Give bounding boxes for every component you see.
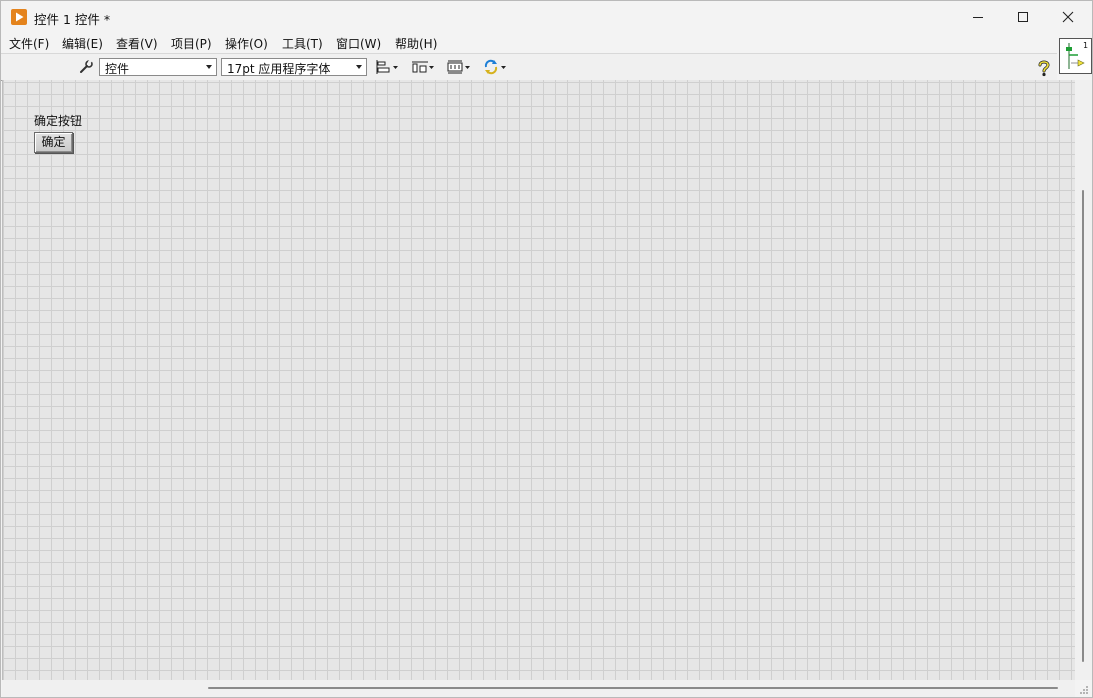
resize-grip-icon[interactable] <box>1079 684 1089 697</box>
font-value: 17pt 应用程序字体 <box>227 62 331 76</box>
window-title: 控件 1 控件 * <box>34 12 111 27</box>
close-button[interactable] <box>1045 1 1091 33</box>
distribute-objects-icon <box>412 61 434 73</box>
reorder-button[interactable] <box>482 58 508 76</box>
connector-pane-icon: 1 <box>1066 41 1088 69</box>
menu-project[interactable]: 项目(P) <box>171 35 212 52</box>
ok-button-label: 确定按钮 <box>34 114 83 128</box>
control-type-select[interactable]: 控件 <box>99 58 217 76</box>
labview-app-icon <box>11 9 27 25</box>
menu-tools[interactable]: 工具(T) <box>282 35 323 52</box>
distribute-objects-button[interactable] <box>410 58 436 76</box>
horizontal-scroll-thumb[interactable] <box>208 687 1058 689</box>
title-bar[interactable]: 控件 1 控件 * <box>1 1 1092 33</box>
connector-pane-number: 1 <box>1083 41 1088 50</box>
chevron-down-icon <box>206 65 212 69</box>
help-icon[interactable] <box>1036 59 1052 80</box>
toolbar: 控件 17pt 应用程序字体 <box>1 53 1057 81</box>
wrench-icon[interactable] <box>78 59 94 78</box>
reorder-icon <box>484 59 506 75</box>
resize-objects-button[interactable] <box>446 58 472 76</box>
labview-window: 控件 1 控件 * 文件(F) 编辑(E) 查看(V) 项目(P) 操作(O) … <box>0 0 1093 698</box>
menu-edit[interactable]: 编辑(E) <box>62 35 103 52</box>
front-panel-canvas[interactable]: 确定按钮 确定 <box>2 80 1075 680</box>
ok-button[interactable]: 确定 <box>34 132 73 153</box>
close-icon <box>1062 11 1074 23</box>
menu-view[interactable]: 查看(V) <box>116 35 158 52</box>
font-select[interactable]: 17pt 应用程序字体 <box>221 58 367 76</box>
menu-file[interactable]: 文件(F) <box>9 35 49 52</box>
vertical-scrollbar[interactable] <box>1075 80 1092 680</box>
minimize-icon <box>973 17 983 18</box>
control-type-value: 控件 <box>105 62 130 76</box>
minimize-button[interactable] <box>955 1 1001 33</box>
menu-operate[interactable]: 操作(O) <box>225 35 268 52</box>
chevron-down-icon <box>356 65 362 69</box>
vertical-scroll-thumb[interactable] <box>1082 190 1084 662</box>
align-objects-icon <box>376 60 398 74</box>
maximize-icon <box>1018 12 1028 22</box>
menu-bar: 文件(F) 编辑(E) 查看(V) 项目(P) 操作(O) 工具(T) 窗口(W… <box>1 33 1057 53</box>
maximize-button[interactable] <box>1000 1 1046 33</box>
align-objects-button[interactable] <box>374 58 400 76</box>
menu-help[interactable]: 帮助(H) <box>395 35 437 52</box>
connector-pane[interactable]: 1 <box>1059 38 1092 74</box>
resize-objects-icon <box>447 60 470 74</box>
menu-window[interactable]: 窗口(W) <box>336 35 381 52</box>
horizontal-scrollbar[interactable] <box>2 680 1075 697</box>
